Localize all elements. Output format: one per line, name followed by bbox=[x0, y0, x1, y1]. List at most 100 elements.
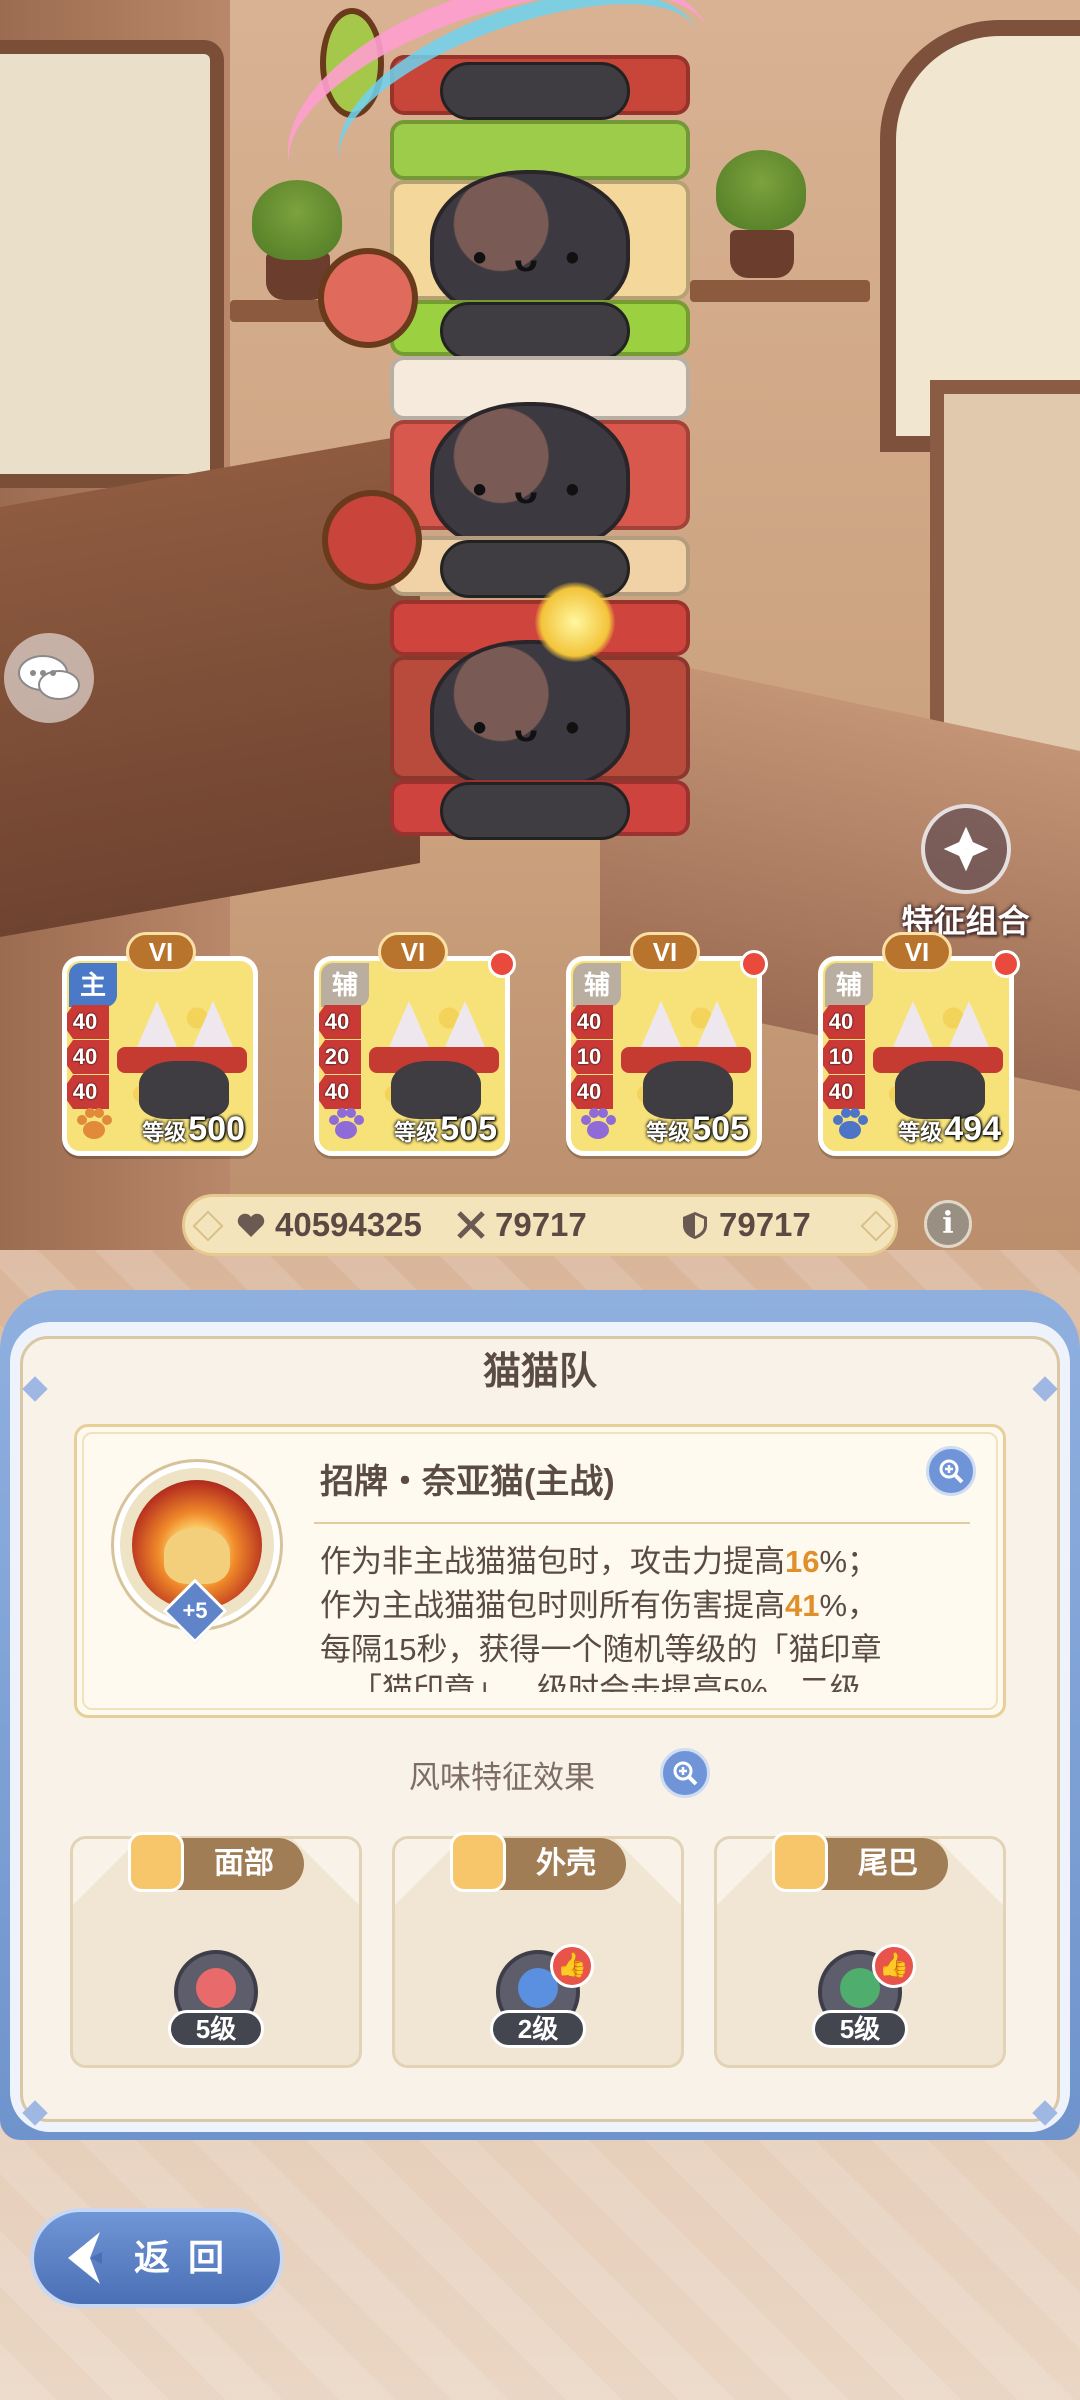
team-cat-card[interactable]: 辅 40 20 40 等级 505 VI bbox=[314, 932, 516, 1156]
cat-card-tier: VI bbox=[882, 932, 952, 972]
thumbs-up-icon: 👍 bbox=[550, 1944, 594, 1988]
tower-cat-paws bbox=[440, 302, 630, 360]
magnifier-icon bbox=[673, 1761, 698, 1786]
leader-description: 作为非主战猫猫包时，攻击力提高16%； 作为主战猫猫包时则所有伤害提高41%， … bbox=[320, 1540, 960, 1692]
heart-icon bbox=[237, 1213, 265, 1237]
cat-card-level: 等级 500 bbox=[142, 1110, 245, 1149]
leader-cat-avatar bbox=[164, 1528, 230, 1584]
cat-level-value: 500 bbox=[188, 1110, 245, 1148]
tower-cat-face: • ᴗ • bbox=[430, 402, 630, 552]
trait-part-icon bbox=[450, 1832, 506, 1892]
cat-card-level: 等级 505 bbox=[394, 1110, 497, 1149]
notification-dot bbox=[992, 950, 1020, 978]
panel-title: 猫猫队 bbox=[482, 1351, 597, 1393]
trait-level: 2级 bbox=[490, 2010, 586, 2048]
cat-card-role: 辅 bbox=[573, 963, 621, 1007]
trait-combo-button[interactable]: 特征组合 bbox=[893, 804, 1038, 942]
cat-stat-value: 40 bbox=[571, 1005, 613, 1039]
team-cat-card[interactable]: 辅 40 10 40 等级 505 VI bbox=[566, 932, 768, 1156]
cat-card-stats: 40 10 40 bbox=[823, 1005, 865, 1110]
cat-stat-value: 40 bbox=[67, 1040, 109, 1074]
leader-divider bbox=[314, 1522, 970, 1524]
tower-cat-paws bbox=[440, 540, 630, 598]
back-button[interactable]: 返回 bbox=[30, 2208, 284, 2308]
cat-stat-value: 40 bbox=[319, 1005, 361, 1039]
plant-right bbox=[716, 150, 806, 230]
trait-gem-core bbox=[196, 1968, 236, 2008]
stat-defense: 79717 bbox=[679, 1197, 811, 1253]
cat-level-label: 等级 bbox=[142, 1120, 187, 1145]
trait-combo-icon bbox=[920, 804, 1011, 894]
skewer-sausage bbox=[318, 248, 418, 348]
paw-icon bbox=[321, 1101, 371, 1147]
desc-highlight-value: 41 bbox=[785, 1588, 820, 1623]
crossed-swords-icon bbox=[457, 1211, 485, 1239]
flavor-traits-heading: 风味特征效果 bbox=[0, 1752, 1080, 1797]
cat-stat-value: 20 bbox=[319, 1040, 361, 1074]
cat-card-role: 辅 bbox=[825, 963, 873, 1007]
desc-text: 作为主战猫猫包时则所有伤害提高 bbox=[320, 1588, 785, 1623]
cat-card-stats: 40 10 40 bbox=[571, 1005, 613, 1110]
desc-text: %， bbox=[819, 1588, 879, 1623]
glowing-orb bbox=[535, 582, 615, 662]
stats-bar-decoration bbox=[860, 1210, 892, 1242]
cat-card-tier: VI bbox=[630, 932, 700, 972]
cat-card-frame: 辅 40 10 40 等级 494 bbox=[818, 956, 1014, 1156]
back-arrow-icon bbox=[68, 2232, 102, 2284]
stat-attack-value: 79717 bbox=[495, 1206, 587, 1243]
desc-text: 作为非主战猫猫包时，攻击力提高 bbox=[320, 1544, 785, 1579]
cat-card-frame: 辅 40 10 40 等级 505 bbox=[566, 956, 762, 1156]
leader-desc-line-1: 作为非主战猫猫包时，攻击力提高16%； bbox=[320, 1540, 960, 1584]
back-button-label: 返回 bbox=[134, 2237, 243, 2278]
shield-icon bbox=[683, 1212, 707, 1239]
left-window bbox=[0, 40, 224, 488]
leader-rank-badge-text: +5 bbox=[182, 1598, 208, 1623]
cat-card-stats: 40 40 40 bbox=[67, 1005, 109, 1110]
cat-card-role: 主 bbox=[69, 963, 117, 1007]
cat-card-art bbox=[611, 1001, 751, 1119]
cat-card-stats: 40 20 40 bbox=[319, 1005, 361, 1110]
tower-cat-face: • ᴗ • bbox=[430, 640, 630, 790]
cat-card-tier: VI bbox=[126, 932, 196, 972]
paw-icon bbox=[69, 1101, 119, 1147]
cat-card-art bbox=[863, 1001, 1003, 1119]
team-cat-card[interactable]: 主 40 40 40 等级 500 VI bbox=[62, 932, 258, 1156]
stat-defense-value: 79717 bbox=[719, 1206, 811, 1243]
flavor-traits-title: 风味特征效果 bbox=[409, 1760, 595, 1795]
magnifier-icon bbox=[939, 1459, 964, 1484]
cat-level-value: 505 bbox=[440, 1110, 497, 1148]
notification-dot bbox=[488, 950, 516, 978]
cat-card-level: 等级 505 bbox=[646, 1110, 749, 1149]
plant-pot-right bbox=[730, 230, 794, 278]
paw-icon bbox=[825, 1101, 875, 1147]
paw-icon bbox=[573, 1101, 623, 1147]
tower-cat-paws bbox=[440, 782, 630, 840]
stat-hp: 40594325 bbox=[235, 1197, 422, 1253]
team-cat-card[interactable]: 辅 40 10 40 等级 494 VI bbox=[818, 932, 1020, 1156]
cat-card-frame: 主 40 40 40 等级 500 bbox=[62, 956, 258, 1156]
cat-card-art bbox=[107, 1001, 247, 1119]
leader-desc-line-3: 每隔15秒，获得一个随机等级的「猫印章 bbox=[320, 1632, 882, 1667]
stat-attack: 79717 bbox=[455, 1197, 587, 1253]
cat-stat-value: 10 bbox=[823, 1040, 865, 1074]
trait-level: 5级 bbox=[812, 2010, 908, 2048]
desc-highlight-value: 16 bbox=[785, 1544, 820, 1579]
info-button[interactable]: i bbox=[924, 1200, 972, 1248]
cat-card-level: 等级 494 bbox=[898, 1110, 1001, 1149]
cat-card-role: 辅 bbox=[321, 963, 369, 1007]
right-shelf bbox=[690, 280, 870, 302]
cat-level-label: 等级 bbox=[646, 1120, 691, 1145]
leader-zoom-button[interactable] bbox=[926, 1446, 976, 1496]
chat-button[interactable] bbox=[4, 633, 94, 723]
cat-level-value: 505 bbox=[692, 1110, 749, 1148]
cat-stat-value: 10 bbox=[571, 1040, 613, 1074]
cat-level-label: 等级 bbox=[394, 1120, 439, 1145]
skewer-steak bbox=[322, 490, 422, 590]
cat-card-art bbox=[359, 1001, 499, 1119]
cat-level-value: 494 bbox=[944, 1110, 1001, 1148]
trait-part-icon bbox=[128, 1832, 184, 1892]
desc-text: %； bbox=[819, 1544, 879, 1579]
cat-card-frame: 辅 40 20 40 等级 505 bbox=[314, 956, 510, 1156]
cat-stat-value: 40 bbox=[67, 1005, 109, 1039]
flavor-zoom-button[interactable] bbox=[660, 1748, 710, 1798]
